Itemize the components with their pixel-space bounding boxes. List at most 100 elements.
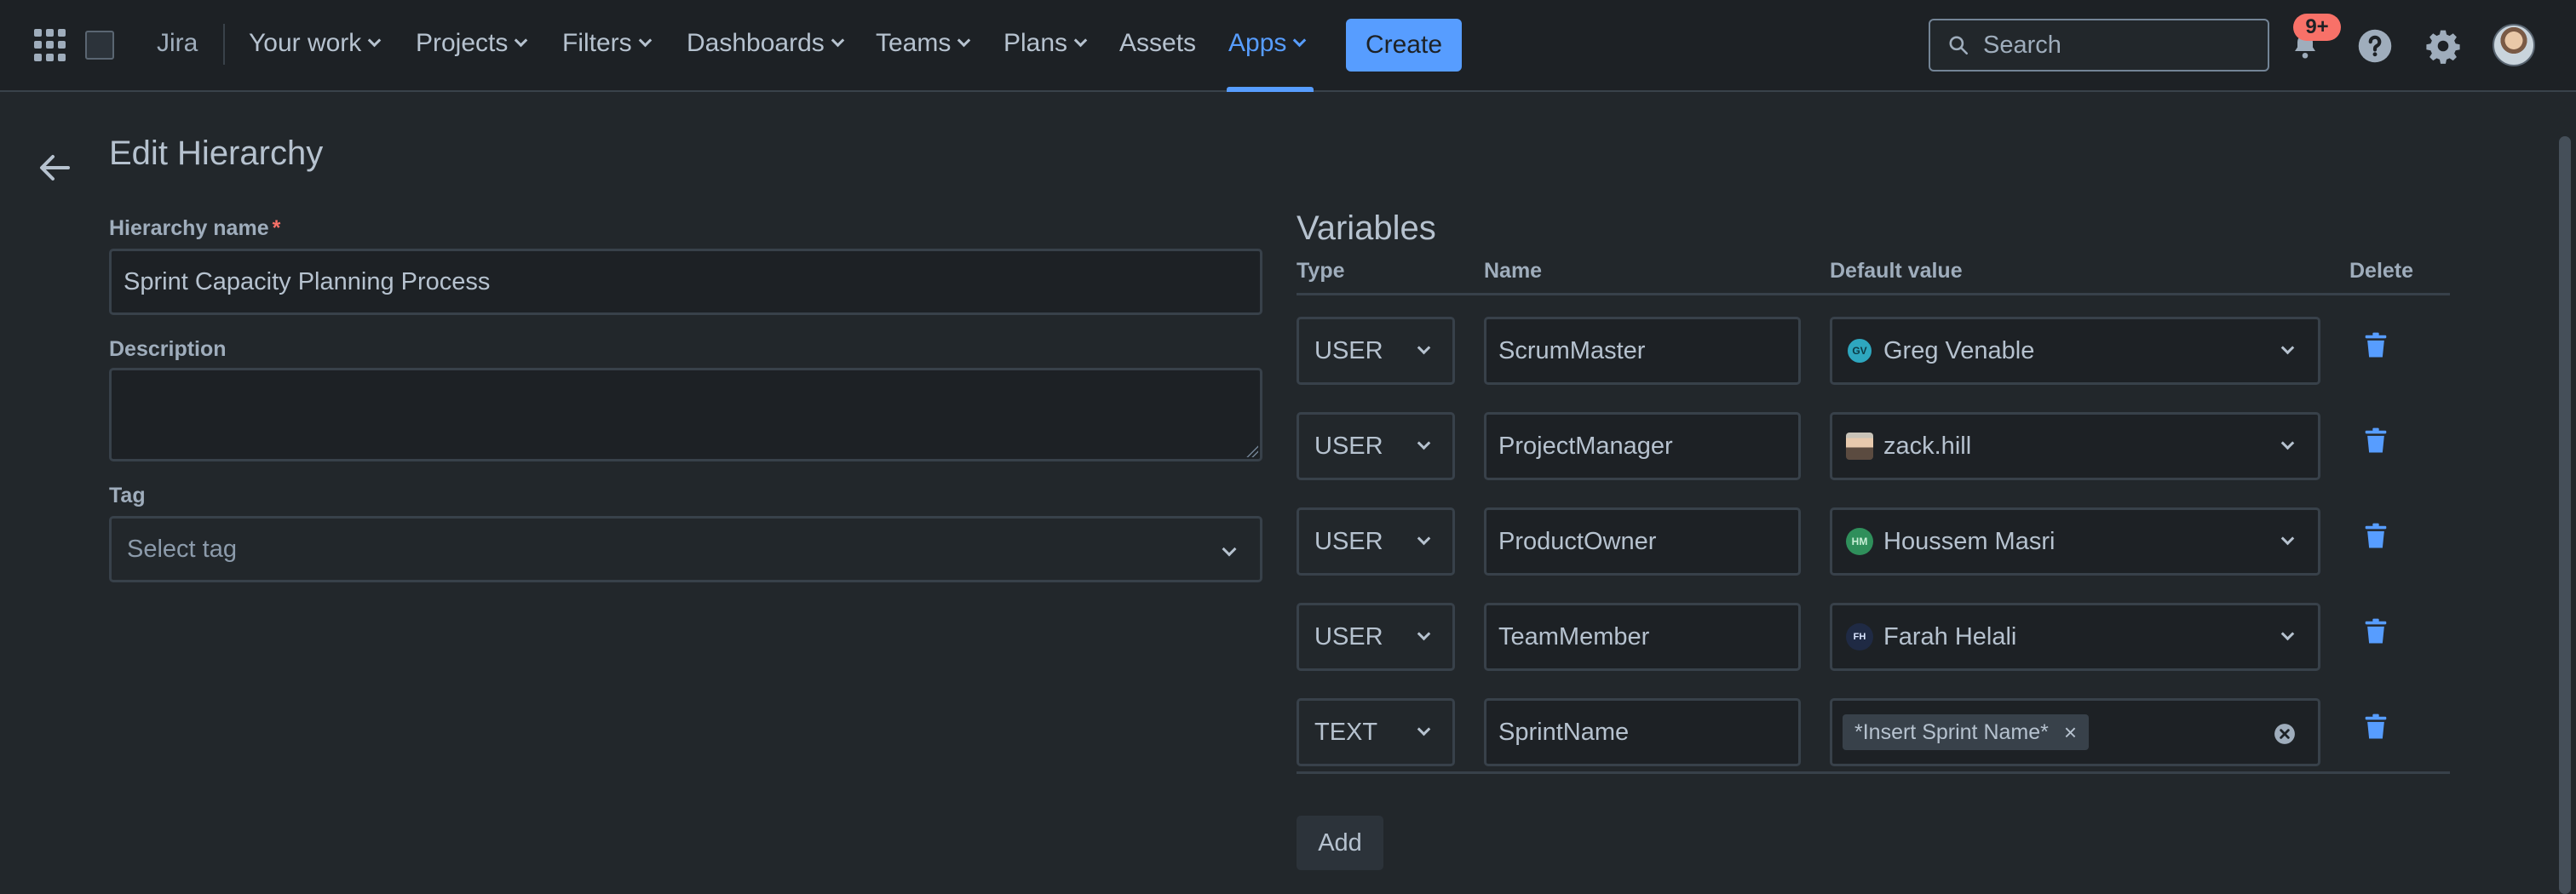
default-value-select[interactable]: GV Greg Venable [1830,317,2320,385]
variable-type-select[interactable]: USER [1297,412,1455,480]
chevron-down-icon [831,33,845,47]
variable-row: USER TeamMember FH Farah Helali [0,603,2576,671]
help-button[interactable] [2355,26,2395,66]
chevron-down-icon [1417,722,1431,736]
user-avatar: GV [1846,337,1873,364]
default-value-text: Farah Helali [1883,622,2017,650]
variable-row: USER ProductOwner HM Houssem Masri [0,507,2576,576]
variable-name-input[interactable]: SprintName [1484,698,1801,766]
settings-button[interactable] [2423,26,2464,66]
default-value-select[interactable]: HM Houssem Masri [1830,507,2320,576]
hierarchy-name-label-text: Hierarchy name [109,216,269,240]
arrow-left-icon [40,155,70,181]
app-switcher-icon[interactable] [34,29,66,61]
table-footer-divider [1297,771,2450,774]
nav-dashboards[interactable]: Dashboards [687,29,845,58]
add-variable-button[interactable]: Add [1297,816,1383,870]
column-header-delete: Delete [2349,259,2414,283]
value-chip: *Insert Sprint Name* × [1843,714,2090,750]
variable-row: USER ProjectManager zack.hill [0,412,2576,480]
nav-projects[interactable]: Projects [416,29,528,58]
variable-type-select[interactable]: USER [1297,507,1455,576]
column-header-type: Type [1297,259,1345,283]
default-value-text: Houssem Masri [1883,527,2056,555]
chevron-down-icon [957,33,971,47]
trash-icon[interactable] [2363,332,2389,359]
nav-filters-label: Filters [562,29,632,57]
default-value-text: zack.hill [1883,432,1972,460]
active-tab-indicator [1227,87,1314,92]
user-avatar: HM [1846,528,1873,555]
remove-chip-icon[interactable]: × [2064,719,2077,746]
top-navigation: Jira Your work Projects Filters Dashboar… [0,0,2576,92]
nav-dashboards-label: Dashboards [687,29,825,57]
trash-icon[interactable] [2363,427,2389,455]
search-field[interactable] [1929,19,2269,72]
profile-avatar[interactable] [2493,24,2535,66]
variable-name-input[interactable]: ScrumMaster [1484,317,1801,385]
nav-apps[interactable]: Apps [1228,29,1307,58]
variable-name-input[interactable]: ProjectManager [1484,412,1801,480]
nav-projects-label: Projects [416,29,509,57]
default-value-select[interactable]: zack.hill [1830,412,2320,480]
nav-assets-label: Assets [1119,29,1197,57]
variables-heading: Variables [1297,209,1436,247]
default-value-select[interactable]: FH Farah Helali [1830,603,2320,671]
variable-type-select[interactable]: TEXT [1297,698,1455,766]
back-button[interactable] [37,153,72,182]
chevron-down-icon [1417,627,1431,641]
variable-type-value: TEXT [1314,718,1378,746]
nav-plans[interactable]: Plans [1003,29,1088,58]
chevron-down-icon [2280,531,2295,546]
chevron-down-icon [1073,33,1088,47]
nav-your-work[interactable]: Your work [249,29,382,58]
variable-row: USER ScrumMaster GV Greg Venable [0,317,2576,385]
search-input[interactable] [1983,31,2256,60]
hierarchy-name-input[interactable]: Sprint Capacity Planning Process [109,249,1262,315]
clear-icon[interactable] [2274,723,2296,745]
table-header-divider [1297,293,2450,295]
chevron-down-icon [1293,33,1307,47]
chevron-down-icon [515,33,528,47]
trash-icon[interactable] [2363,713,2389,741]
default-value-multiselect[interactable]: *Insert Sprint Name* × [1830,698,2320,766]
create-button[interactable]: Create [1346,19,1462,72]
help-icon [2358,29,2392,63]
jira-logo-icon[interactable] [85,31,114,60]
variable-type-value: USER [1314,432,1383,460]
hierarchy-name-label: Hierarchy name * [109,216,280,241]
variable-row: TEXT SprintName *Insert Sprint Name* × [0,698,2576,766]
gear-icon [2426,30,2460,64]
trash-icon[interactable] [2363,618,2389,645]
variable-type-value: USER [1314,622,1383,650]
nav-teams-label: Teams [876,29,952,57]
nav-teams[interactable]: Teams [876,29,971,58]
variable-type-select[interactable]: USER [1297,317,1455,385]
trash-icon[interactable] [2363,523,2389,550]
chevron-down-icon [2280,341,2295,355]
chevron-down-icon [1417,531,1431,546]
value-chip-label: *Insert Sprint Name* [1854,719,2049,744]
variable-name-input[interactable]: TeamMember [1484,603,1801,671]
column-header-name: Name [1484,259,1543,283]
chevron-down-icon [1417,436,1431,450]
page-scrollbar[interactable] [2559,136,2571,894]
page-title: Edit Hierarchy [109,135,324,172]
chevron-down-icon [1417,341,1431,355]
user-avatar [1846,433,1873,460]
brand-name[interactable]: Jira [157,29,198,58]
variable-type-value: USER [1314,336,1383,364]
default-value-text: Greg Venable [1883,336,2035,364]
nav-assets[interactable]: Assets [1119,29,1196,58]
nav-filters[interactable]: Filters [562,29,652,58]
nav-divider [223,24,225,65]
user-avatar: FH [1846,623,1873,650]
required-marker: * [272,216,281,240]
nav-your-work-label: Your work [249,29,362,57]
notifications-badge: 9+ [2293,14,2341,41]
variable-type-select[interactable]: USER [1297,603,1455,671]
variable-name-input[interactable]: ProductOwner [1484,507,1801,576]
search-icon [1949,36,1969,55]
chevron-down-icon [638,33,652,47]
column-header-default: Default value [1830,259,1963,283]
